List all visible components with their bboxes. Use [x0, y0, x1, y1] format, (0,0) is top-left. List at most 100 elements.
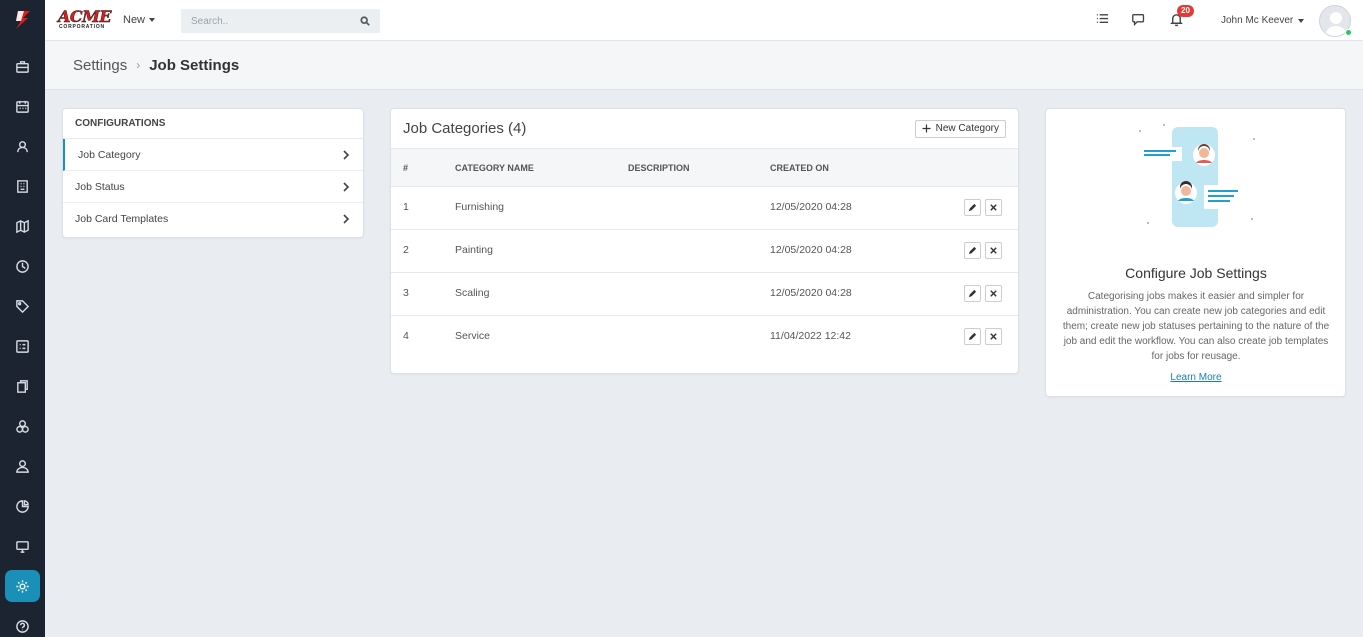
boxes-icon: [16, 419, 29, 433]
user-icon: [16, 459, 29, 473]
configurations-title: CONFIGURATIONS: [63, 109, 363, 139]
column-header-category-name[interactable]: CATEGORY NAME: [455, 163, 534, 173]
row-number: 1: [403, 201, 409, 213]
row-number: 3: [403, 287, 409, 299]
edit-button[interactable]: [964, 328, 981, 345]
sidebar-item-users[interactable]: [5, 450, 40, 482]
row-number: 4: [403, 330, 409, 342]
documents-icon: [17, 379, 28, 393]
new-category-button[interactable]: New Category: [914, 119, 1006, 138]
table-row: 2 Painting 12/05/2020 04:28: [391, 230, 1018, 273]
breadcrumb-separator: ›: [136, 58, 141, 72]
job-categories-panel: Job Categories (4) New Category # CATEGO…: [390, 108, 1019, 374]
sidebar-item-checklist[interactable]: [5, 330, 40, 362]
list-icon[interactable]: [1095, 12, 1111, 28]
brand-tagline: CORPORATION: [59, 24, 105, 30]
column-header-created-on[interactable]: CREATED ON: [770, 163, 829, 173]
sidebar-item-inventory[interactable]: [5, 410, 40, 442]
page-title: Job Settings: [149, 56, 240, 74]
sidebar-item-help[interactable]: [5, 610, 40, 637]
close-icon: [990, 290, 997, 297]
created-on: 12/05/2020 04:28: [770, 244, 852, 256]
contacts-icon: [17, 140, 28, 152]
sidebar-item-documents[interactable]: [5, 370, 40, 402]
close-icon: [990, 204, 997, 211]
job-categories-header: Job Categories (4) New Category: [391, 109, 1018, 149]
delete-button[interactable]: [985, 328, 1002, 345]
sidebar-item-buildings[interactable]: [5, 170, 40, 202]
edit-button[interactable]: [964, 242, 981, 259]
new-category-label: New Category: [935, 123, 999, 134]
sidebar-item-jobs[interactable]: [5, 50, 40, 82]
chat-icon[interactable]: [1131, 12, 1147, 28]
calendar-icon: [16, 100, 29, 113]
close-icon: [990, 333, 997, 340]
brand-name: ACME: [58, 7, 112, 26]
category-name: Scaling: [455, 287, 490, 299]
created-on: 12/05/2020 04:28: [770, 287, 852, 299]
chevron-right-icon: [343, 149, 350, 160]
pie-icon: [16, 499, 29, 513]
user-menu[interactable]: John Mc Keever: [1221, 15, 1305, 26]
new-dropdown-button[interactable]: New: [123, 14, 156, 26]
sidebar-item-reports[interactable]: [5, 490, 40, 522]
config-item-label: Job Status: [75, 180, 125, 193]
column-header-description[interactable]: DESCRIPTION: [628, 163, 690, 173]
sidebar-item-contacts[interactable]: [5, 130, 40, 162]
info-description: Categorising jobs makes it easier and si…: [1062, 291, 1330, 362]
pencil-icon: [968, 203, 977, 212]
config-item-job-category[interactable]: Job Category: [63, 139, 363, 171]
close-icon: [990, 247, 997, 254]
configurations-panel: CONFIGURATIONS Job Category Job Status J…: [62, 108, 364, 238]
sidebar: [0, 0, 45, 637]
search-box: [181, 9, 380, 33]
chevron-right-icon: [343, 181, 350, 192]
config-item-job-status[interactable]: Job Status: [63, 171, 363, 203]
acme-logo[interactable]: ACME CORPORATION: [58, 7, 112, 33]
created-on: 11/04/2022 12:42: [770, 330, 851, 342]
online-status-dot: [1345, 29, 1352, 36]
app-logo-icon[interactable]: [0, 0, 45, 40]
delete-button[interactable]: [985, 199, 1002, 216]
config-item-job-card-templates[interactable]: Job Card Templates: [63, 203, 363, 235]
sidebar-item-devices[interactable]: [5, 530, 40, 562]
map-icon: [16, 219, 29, 233]
monitor-icon: [16, 540, 29, 553]
search-input[interactable]: [191, 15, 360, 27]
search-icon[interactable]: [360, 16, 370, 26]
edit-button[interactable]: [964, 285, 981, 302]
learn-more-link[interactable]: Learn More: [1046, 372, 1346, 383]
chevron-right-icon: [343, 214, 350, 224]
settings-icon: [16, 579, 29, 593]
delete-button[interactable]: [985, 242, 1002, 259]
category-name: Painting: [455, 244, 493, 256]
row-number: 2: [403, 244, 409, 256]
created-on: 12/05/2020 04:28: [770, 201, 852, 213]
column-header-number: #: [403, 163, 409, 173]
sidebar-item-time[interactable]: [5, 250, 40, 282]
help-icon: [16, 619, 29, 633]
delete-button[interactable]: [985, 285, 1002, 302]
sidebar-item-calendar[interactable]: [5, 90, 40, 122]
breadcrumb-settings-link[interactable]: Settings: [73, 57, 127, 74]
plus-icon: [922, 124, 931, 133]
pencil-icon: [968, 332, 977, 341]
sidebar-item-map[interactable]: [5, 210, 40, 242]
notification-badge: 20: [1177, 5, 1194, 17]
sidebar-item-settings[interactable]: [5, 570, 40, 602]
category-name: Furnishing: [455, 201, 505, 213]
table-row: 3 Scaling 12/05/2020 04:28: [391, 273, 1018, 316]
briefcase-icon: [16, 60, 29, 73]
edit-button[interactable]: [964, 199, 981, 216]
sidebar-item-tags[interactable]: [5, 290, 40, 322]
table-row: 4 Service 11/04/2022 12:42: [391, 316, 1018, 359]
checklist-icon: [16, 339, 29, 353]
table-row: 1 Furnishing 12/05/2020 04:28: [391, 187, 1018, 230]
pencil-icon: [968, 289, 977, 298]
caret-down-icon: [149, 18, 156, 22]
tag-icon: [16, 299, 30, 313]
user-name: John Mc Keever: [1221, 15, 1294, 26]
config-item-label: Job Card Templates: [75, 213, 169, 225]
info-title: Configure Job Settings: [1125, 265, 1267, 281]
breadcrumb: Settings › Job Settings: [45, 41, 1363, 90]
